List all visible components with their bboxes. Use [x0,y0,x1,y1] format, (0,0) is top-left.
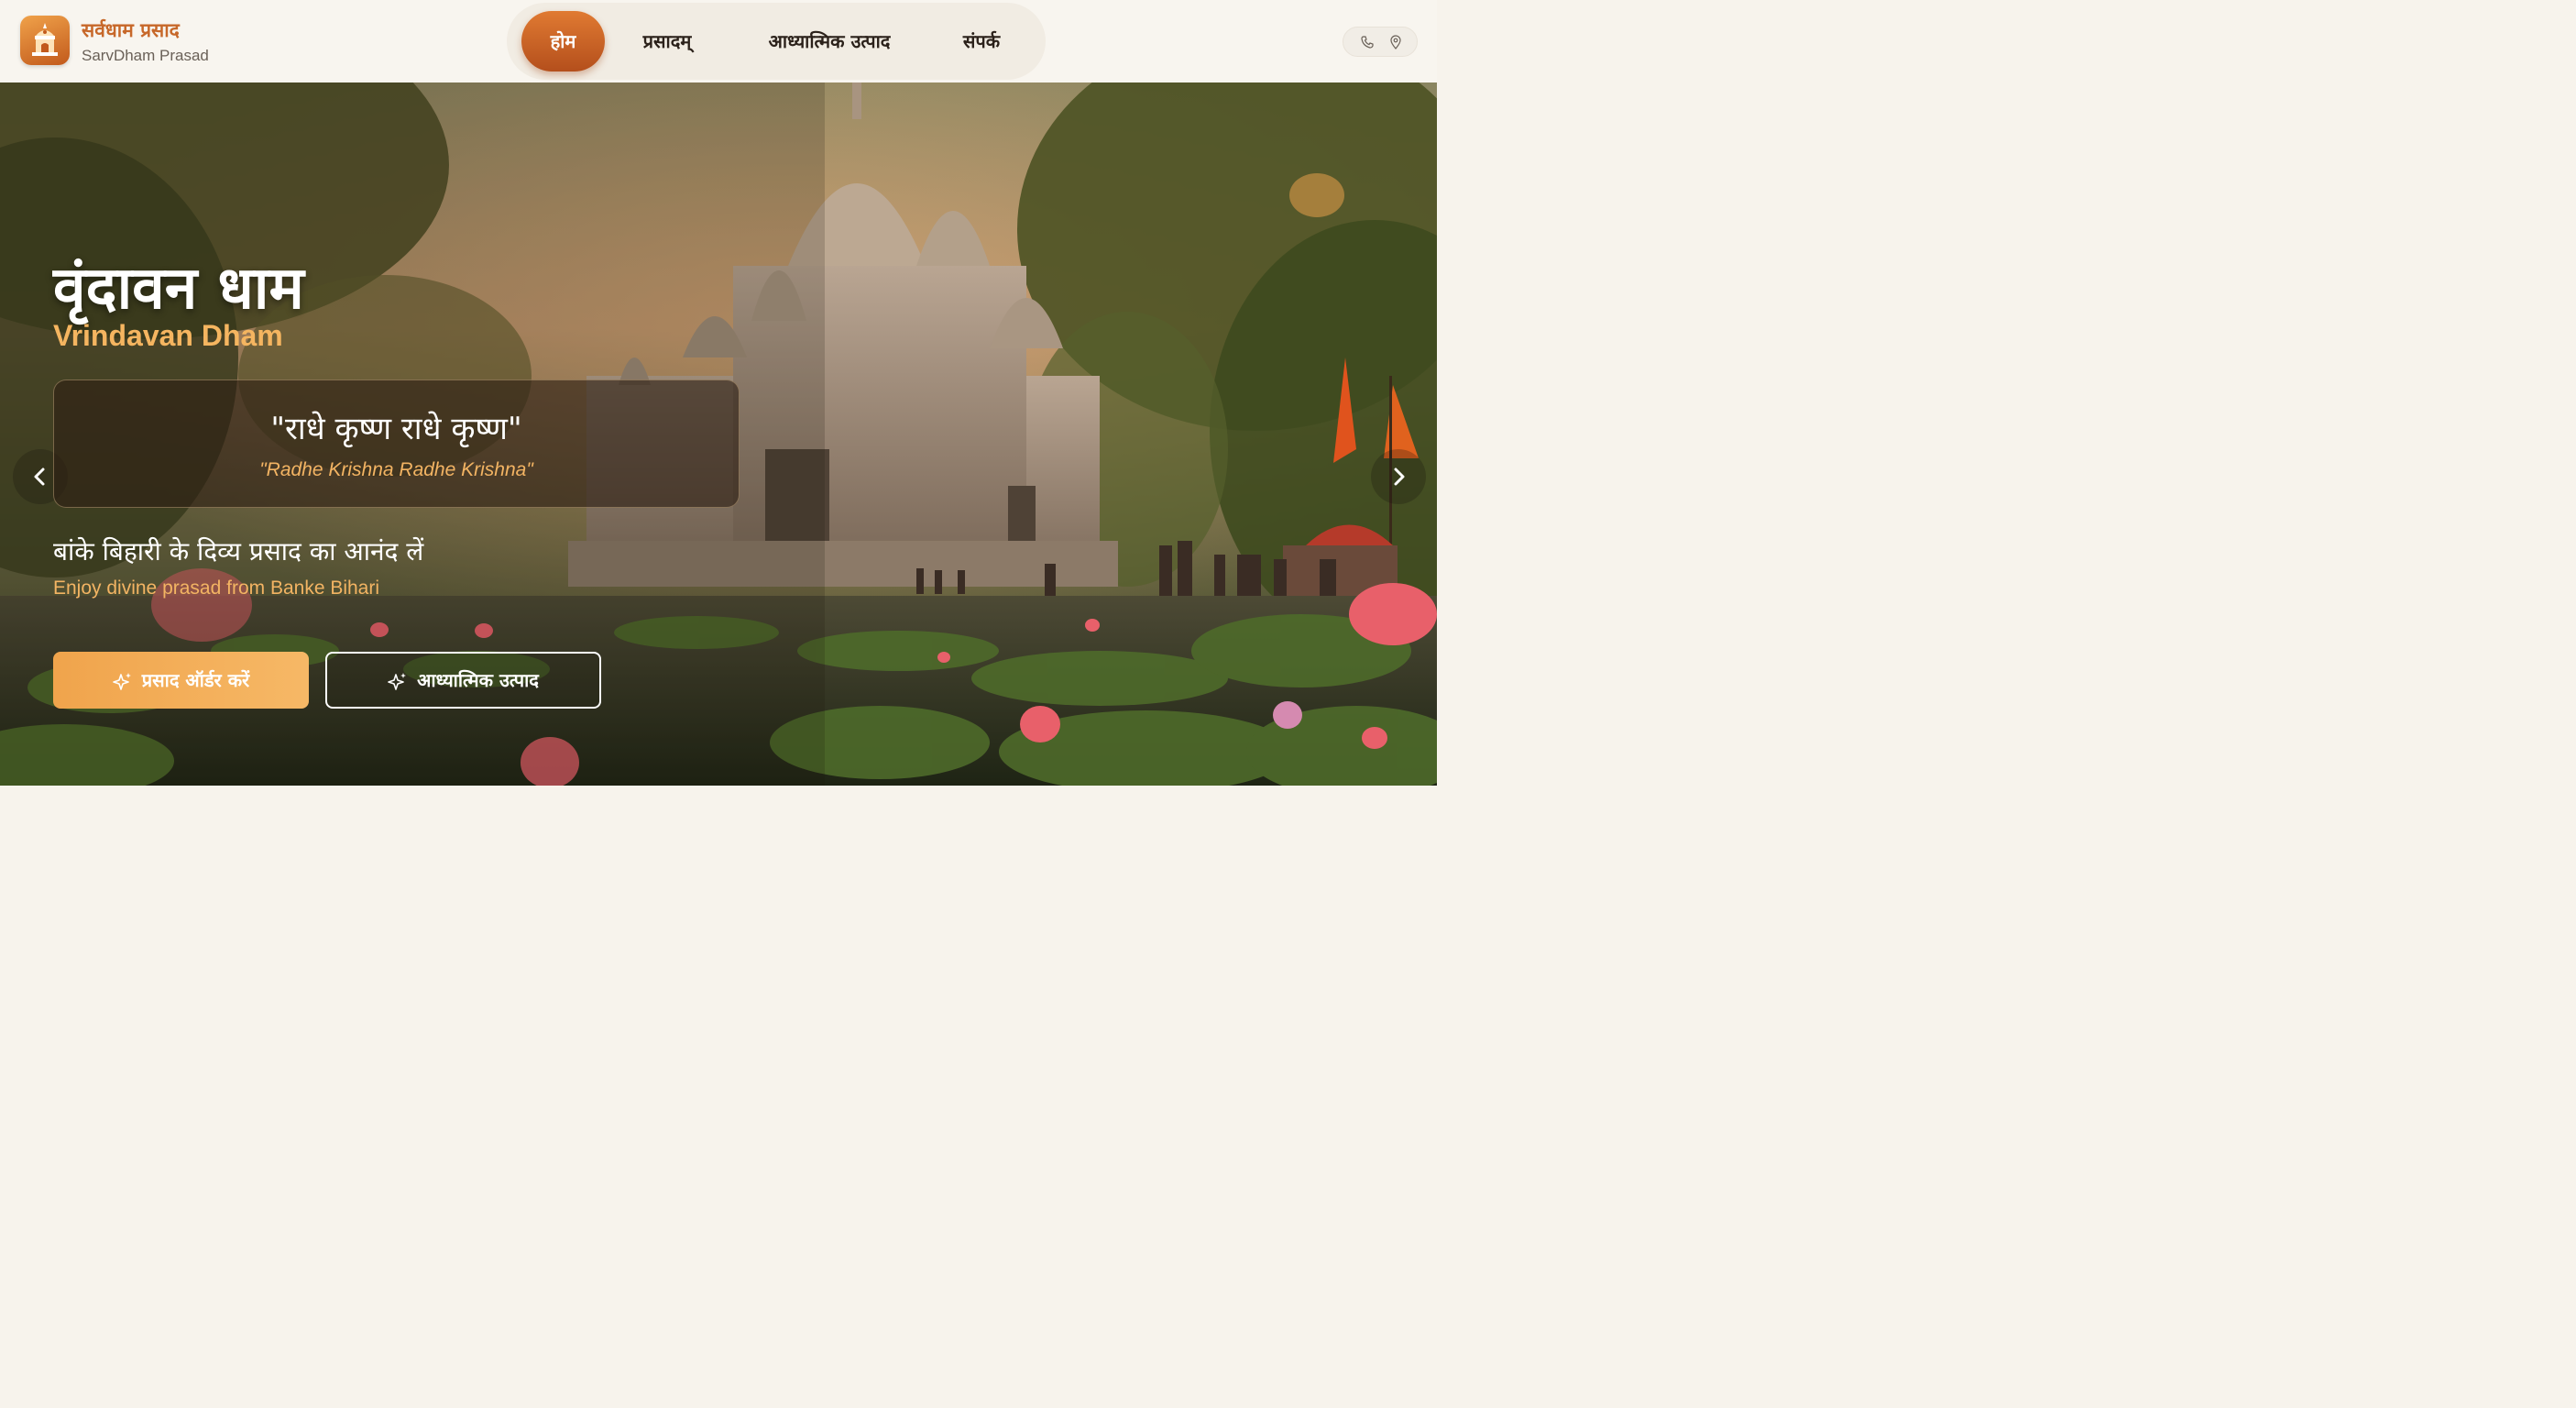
nav-spiritual-products[interactable]: आध्यात्मिक उत्पाद [747,11,912,72]
phone-icon[interactable] [1360,35,1375,50]
map-pin-icon[interactable] [1388,35,1403,50]
sparkle-icon [388,672,407,690]
chevron-right-icon [1394,468,1405,486]
order-prasad-button[interactable]: प्रसाद ऑर्डर करें [53,652,309,709]
brand-name-hindi[interactable]: सर्वधाम प्रसाद [82,17,180,43]
site-header: सर्वधाम प्रसाद SarvDham Prasad होम प्रसा… [0,0,1437,82]
mantra-quote-card: "राधे कृष्ण राधे कृष्ण" "Radhe Krishna R… [53,380,740,508]
spiritual-products-label: आध्यात्मिक उत्पाद [417,669,539,691]
temple-logo-icon[interactable] [20,16,70,65]
contact-icons-group [1343,27,1418,57]
main-nav: होम प्रसादम् आध्यात्मिक उत्पाद संपर्क [507,3,1046,80]
hero-subtitle-english: Enjoy divine prasad from Banke Bihari [53,578,380,599]
hero-title-english: Vrindavan Dham [53,319,283,352]
hero-banner: वृंदावन धाम Vrindavan Dham "राधे कृष्ण र… [0,82,1437,786]
order-prasad-label: प्रसाद ऑर्डर करें [141,669,250,691]
carousel-next-button[interactable] [1371,449,1426,504]
nav-home[interactable]: होम [521,11,605,72]
chevron-left-icon [34,468,45,486]
spiritual-products-button[interactable]: आध्यात्मिक उत्पाद [325,652,601,709]
quote-english: "Radhe Krishna Radhe Krishna" [259,459,533,480]
hero-subtitle-hindi: बांके बिहारी के दिव्य प्रसाद का आनंद लें [53,536,424,566]
sparkle-icon [112,672,131,690]
brand-name-english: SarvDham Prasad [82,47,209,64]
quote-hindi: "राधे कृष्ण राधे कृष्ण" [270,411,522,447]
nav-contact[interactable]: संपर्क [947,11,1016,72]
hero-title-hindi: वृंदावन धाम [53,255,304,323]
nav-prasadam[interactable]: प्रसादम् [621,11,713,72]
